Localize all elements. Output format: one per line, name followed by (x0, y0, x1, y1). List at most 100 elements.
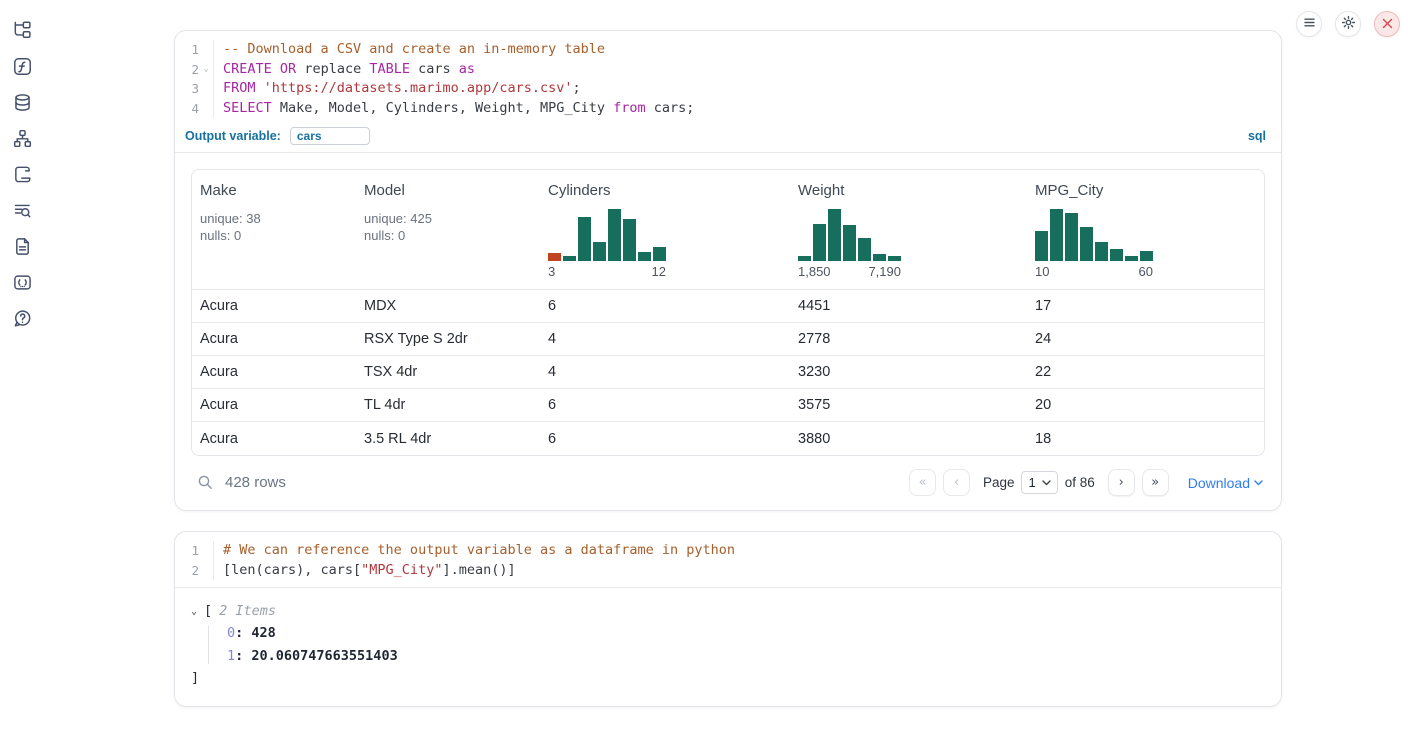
fold-spacer (199, 40, 213, 60)
close-icon (1382, 17, 1393, 32)
table-cell: 3230 (790, 364, 1027, 380)
table-cell: 3880 (790, 431, 1027, 447)
sidebar-item-documentation[interactable] (12, 238, 32, 258)
fold-spacer (199, 99, 213, 119)
sql-code-editor[interactable]: 1-- Download a CSV and create an in-memo… (175, 31, 1281, 153)
histogram-bar (843, 225, 856, 261)
table-row[interactable]: Acura3.5 RL 4dr6388018 (192, 422, 1264, 455)
code-line[interactable]: 1-- Download a CSV and create an in-memo… (175, 40, 1281, 60)
histogram-bar (653, 247, 666, 261)
page-number-select[interactable]: 1 (1021, 471, 1057, 494)
next-page-button[interactable]: › (1108, 469, 1135, 496)
histogram-bar (608, 209, 621, 261)
shutdown-button[interactable] (1374, 11, 1400, 37)
left-sidebar (0, 22, 44, 330)
prev-page-icon: ‹ (954, 475, 959, 490)
sidebar-item-help[interactable] (12, 310, 32, 330)
sql-cell: 1-- Download a CSV and create an in-memo… (174, 30, 1282, 511)
table-cell: 20 (1027, 397, 1059, 413)
axis-min-label: 3 (548, 264, 555, 279)
axis-min-label: 10 (1035, 264, 1049, 279)
collapse-toggle-icon[interactable]: ⌄ (191, 606, 204, 617)
axis-max-label: 12 (652, 264, 666, 279)
column-label: Make (200, 182, 348, 199)
line-number: 2 (175, 60, 199, 80)
table-footer: 428 rows « ‹ Page 1 of 86 › » Download (191, 456, 1265, 502)
code-text: [len(cars), cars["MPG_City"].mean()] (213, 561, 1281, 581)
download-button[interactable]: Download (1188, 475, 1263, 491)
sidebar-item-logs[interactable] (12, 202, 32, 222)
sidebar-item-datasources[interactable] (12, 94, 32, 114)
page-number-value: 1 (1028, 475, 1035, 490)
sidebar-item-variables[interactable] (12, 58, 32, 78)
chevron-down-icon (1042, 480, 1051, 486)
sidebar-item-dependency-graph[interactable] (12, 130, 32, 150)
data-table: Make unique: 38nulls: 0 Modelunique: 425nu… (191, 169, 1265, 456)
output-variable-input[interactable] (290, 127, 370, 145)
histogram-axis: 1,8507,190 (798, 264, 901, 279)
list-search-icon (13, 201, 32, 223)
code-line[interactable]: 4SELECT Make, Model, Cylinders, Weight, … (175, 99, 1281, 119)
sidebar-item-file-explorer[interactable] (12, 22, 32, 42)
histogram-mpg_city: 1060 (1035, 209, 1153, 279)
histogram-axis: 3 12 (548, 264, 666, 279)
histogram-bars (548, 209, 666, 261)
histogram-weight: 1,8507,190 (798, 209, 901, 279)
settings-button[interactable] (1335, 11, 1361, 37)
histogram-bar (623, 219, 636, 261)
table-cell: 6 (540, 431, 790, 447)
table-cell: 6 (540, 397, 790, 413)
chevron-down-icon (1254, 480, 1263, 486)
code-line[interactable]: 1# We can reference the output variable … (175, 541, 1281, 561)
table-cell: TSX 4dr (356, 364, 540, 380)
help-icon (13, 309, 32, 331)
table-cell: 18 (1027, 431, 1059, 447)
histogram-bar (638, 252, 651, 261)
last-page-button[interactable]: » (1142, 469, 1169, 496)
table-cell: 3575 (790, 397, 1027, 413)
close-bracket: ] (191, 670, 1265, 686)
column-header-mpg_city[interactable]: MPG_City1060 (1027, 170, 1264, 289)
histogram-bar (1035, 231, 1048, 261)
code-line[interactable]: 2⌄CREATE OR replace TABLE cars as (175, 60, 1281, 80)
notebook-content: 1-- Download a CSV and create an in-memo… (174, 30, 1282, 707)
table-cell: Acura (192, 431, 356, 447)
table-footer-left: 428 rows (197, 474, 286, 491)
sql-editor-footer: Output variable: sql (175, 125, 1281, 152)
column-header-cylinders[interactable]: Cylinders 3 12 (540, 170, 790, 289)
pagination: « ‹ Page 1 of 86 › » Download (909, 469, 1263, 496)
code-text: CREATE OR replace TABLE cars as (213, 60, 1281, 80)
column-stat: nulls: 0 (200, 227, 348, 244)
hamburger-menu-icon (1303, 16, 1316, 32)
sidebar-item-outline[interactable] (12, 166, 32, 186)
table-row[interactable]: AcuraTL 4dr6357520 (192, 389, 1264, 422)
table-row[interactable]: AcuraMDX6445117 (192, 290, 1264, 323)
column-stat: unique: 38 (200, 210, 348, 227)
table-cell: TL 4dr (356, 397, 540, 413)
fold-spacer (199, 79, 213, 99)
output-variable-label: Output variable: (185, 129, 281, 143)
table-row[interactable]: AcuraTSX 4dr4323022 (192, 356, 1264, 389)
table-cell: Acura (192, 331, 356, 347)
column-label: Cylinders (548, 182, 782, 199)
menu-button[interactable] (1296, 11, 1322, 37)
search-icon[interactable] (197, 474, 214, 491)
database-icon (13, 93, 32, 115)
code-line[interactable]: 2[len(cars), cars["MPG_City"].mean()] (175, 561, 1281, 581)
column-header-make[interactable]: Make unique: 38nulls: 0 (192, 170, 356, 289)
table-row[interactable]: AcuraRSX Type S 2dr4277824 (192, 323, 1264, 356)
next-page-icon: › (1119, 475, 1124, 490)
fold-toggle-icon[interactable]: ⌄ (199, 60, 213, 80)
column-header-model[interactable]: Modelunique: 425nulls: 0 (356, 170, 540, 289)
code-line[interactable]: 3FROM 'https://datasets.marimo.app/cars.… (175, 79, 1281, 99)
scroll-icon (13, 165, 32, 187)
line-number: 4 (175, 99, 199, 119)
first-page-icon: « (918, 475, 926, 490)
table-cell: Acura (192, 364, 356, 380)
sidebar-item-snippets[interactable] (12, 274, 32, 294)
python-code-editor[interactable]: 1# We can reference the output variable … (175, 532, 1281, 587)
column-header-weight[interactable]: Weight1,8507,190 (790, 170, 1027, 289)
prev-page-button[interactable]: ‹ (943, 469, 970, 496)
first-page-button[interactable]: « (909, 469, 936, 496)
item-value: : 20.060747663551403 (235, 648, 398, 664)
